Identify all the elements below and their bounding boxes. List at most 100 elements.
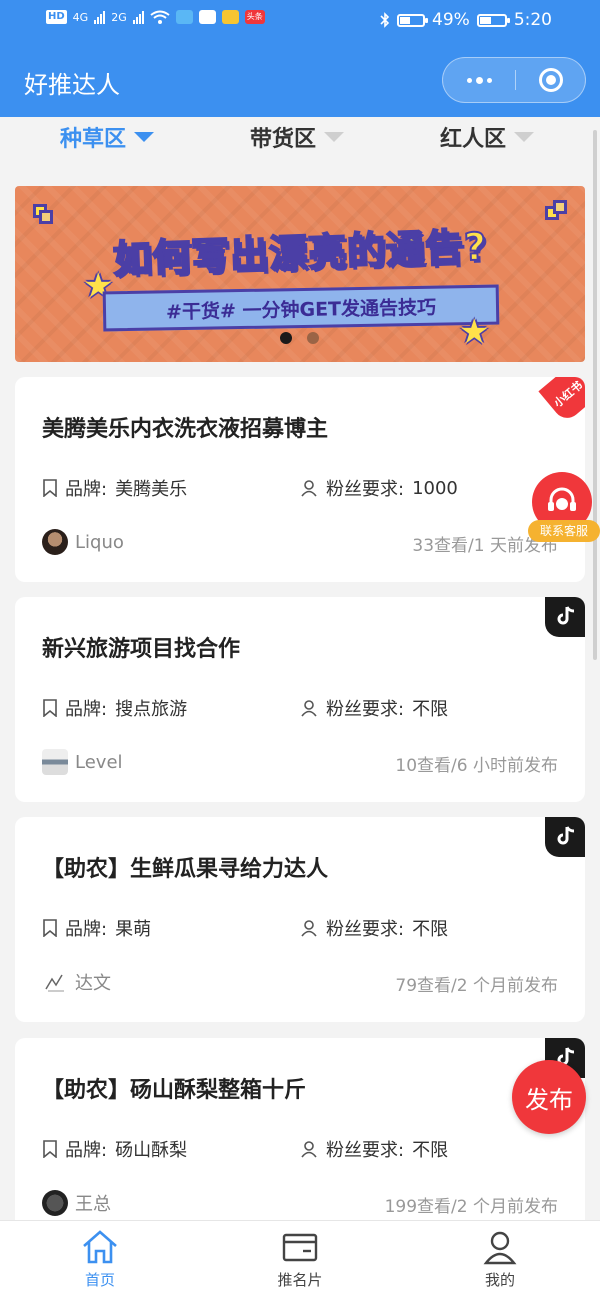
signal-2-label: 2G [111, 10, 127, 24]
brand-value: 搜点旅游 [115, 699, 188, 720]
douyin-badge-icon [545, 597, 585, 637]
tab-seeding[interactable]: 种草区 [60, 121, 155, 153]
brand-row: 品牌: 砀山酥梨 [43, 1136, 187, 1162]
status-bar: HD 4G 2G 头条 49% 5:20 [0, 0, 600, 45]
brand-row: 品牌: 搜点旅游 [43, 695, 187, 721]
tab-home[interactable]: 首页 [40, 1229, 160, 1290]
brand-label: 品牌: [65, 479, 108, 500]
user-outline-icon [301, 480, 317, 497]
post-card[interactable]: 新兴旅游项目找合作 品牌: 搜点旅游 粉丝要求: 不限 Level 10查看/6… [15, 597, 585, 802]
messaging-app-icon [175, 10, 193, 24]
avatar [42, 1190, 68, 1216]
card-icon [282, 1233, 318, 1262]
user-outline-icon [301, 1141, 317, 1158]
user-icon [483, 1231, 517, 1265]
bookmark-icon [43, 699, 57, 717]
user-outline-icon [301, 920, 317, 937]
contact-support-label: 联系客服 [528, 520, 600, 542]
fans-row: 粉丝要求: 不限 [300, 1136, 448, 1162]
author-name: Level [75, 751, 123, 773]
post-card[interactable]: 【助农】砀山酥梨整箱十斤 品牌: 砀山酥梨 粉丝要求: 不限 王总 199查看/… [15, 1038, 585, 1243]
author-name: Liquo [75, 531, 124, 553]
bookmark-icon [43, 479, 57, 497]
post-stats: 199查看/2 个月前发布 [384, 1197, 558, 1217]
xiaohongshu-badge-icon: 小红书 [538, 377, 585, 424]
author-name: 达文 [75, 973, 111, 994]
avatar [42, 529, 68, 555]
fans-label: 粉丝要求: [326, 479, 405, 500]
close-mini-program-icon[interactable] [539, 68, 563, 92]
brand-value: 砀山酥梨 [115, 1140, 188, 1161]
battery-fill-2 [479, 16, 491, 24]
author[interactable]: Liquo [42, 529, 124, 555]
brand-value: 美腾美乐 [115, 479, 188, 500]
user-outline-icon [301, 700, 317, 717]
signal-bars-icon [94, 10, 106, 24]
post-title: 【助农】砀山酥梨整箱十斤 [42, 1078, 307, 1103]
tab-influencer[interactable]: 红人区 [440, 121, 535, 153]
bookmark-icon [43, 919, 57, 937]
capsule-divider [515, 70, 516, 90]
author-name: 王总 [75, 1194, 111, 1215]
battery-fill [400, 16, 411, 24]
fans-label: 粉丝要求: [326, 699, 405, 720]
brand-row: 品牌: 美腾美乐 [43, 475, 187, 501]
app-title: 好推达人 [24, 71, 120, 99]
signal-1-label: 4G [72, 10, 89, 24]
battery-outline-icon [476, 13, 510, 27]
wifi-icon [150, 10, 170, 24]
post-title: 【助农】生鲜瓜果寻给力达人 [42, 857, 329, 882]
fans-label: 粉丝要求: [326, 919, 405, 940]
banner-dot[interactable] [307, 332, 319, 344]
briefcase-app-icon [198, 10, 216, 24]
fans-row: 粉丝要求: 不限 [300, 915, 448, 941]
post-card[interactable]: 【助农】生鲜瓜果寻给力达人 品牌: 果萌 粉丝要求: 不限 达文 79查看/2 … [15, 817, 585, 1022]
post-title: 新兴旅游项目找合作 [42, 637, 241, 662]
fans-label: 粉丝要求: [326, 1140, 405, 1161]
signal-bars-2-icon [132, 10, 144, 24]
shopping-app-icon [221, 10, 239, 24]
post-stats: 79查看/2 个月前发布 [395, 976, 558, 996]
status-left-group: HD 4G 2G 头条 [46, 10, 265, 24]
fans-value: 不限 [412, 1140, 449, 1161]
tab-influencer-label: 红人区 [440, 127, 507, 152]
tab-home-label: 首页 [84, 1271, 115, 1289]
author[interactable]: Level [42, 749, 123, 775]
brand-row: 品牌: 果萌 [43, 915, 151, 941]
fans-value: 1000 [412, 477, 458, 499]
banner-dot[interactable] [280, 332, 292, 344]
post-title: 美腾美乐内衣洗衣液招募博主 [42, 417, 329, 442]
chevron-down-icon [514, 132, 535, 142]
tab-profile[interactable]: 我的 [440, 1229, 560, 1290]
brand-label: 品牌: [65, 1140, 108, 1161]
banner-subtitle: #干货# 一分钟GET发通告技巧 [102, 284, 500, 332]
tab-card-label: 推名片 [277, 1271, 323, 1289]
bookmark-icon [43, 1140, 57, 1158]
clock: 5:20 [513, 10, 552, 30]
publish-button[interactable]: 发布 [512, 1060, 586, 1134]
status-right-group: 49% 5:20 [380, 10, 552, 30]
brand-value: 果萌 [115, 919, 152, 940]
more-menu-icon[interactable] [443, 58, 515, 102]
star-icon: ★ [459, 312, 490, 352]
promo-banner[interactable]: 如何写出漂亮的通告? ★ #干货# 一分钟GET发通告技巧 ★ [15, 186, 585, 362]
post-card[interactable]: 小红书 美腾美乐内衣洗衣液招募博主 品牌: 美腾美乐 粉丝要求: 1000 Li… [15, 377, 585, 582]
tab-card[interactable]: 推名片 [240, 1229, 360, 1290]
hd-badge: HD [46, 10, 67, 24]
tiktok-icon [557, 606, 575, 625]
contact-support-button[interactable]: 联系客服 [528, 472, 600, 544]
brand-label: 品牌: [65, 699, 108, 720]
scrollbar[interactable] [593, 130, 597, 660]
battery-icon [397, 13, 429, 27]
fans-row: 粉丝要求: 1000 [300, 475, 458, 501]
tab-selling[interactable]: 带货区 [250, 121, 345, 153]
mini-program-capsule [442, 57, 586, 103]
fans-value: 不限 [412, 919, 449, 940]
app-header: 好推达人 [0, 45, 600, 117]
author[interactable]: 达文 [42, 969, 111, 995]
bluetooth-icon [380, 12, 390, 28]
author[interactable]: 王总 [42, 1190, 111, 1216]
fans-row: 粉丝要求: 不限 [300, 695, 448, 721]
tab-profile-label: 我的 [484, 1271, 515, 1289]
home-icon [83, 1230, 117, 1264]
